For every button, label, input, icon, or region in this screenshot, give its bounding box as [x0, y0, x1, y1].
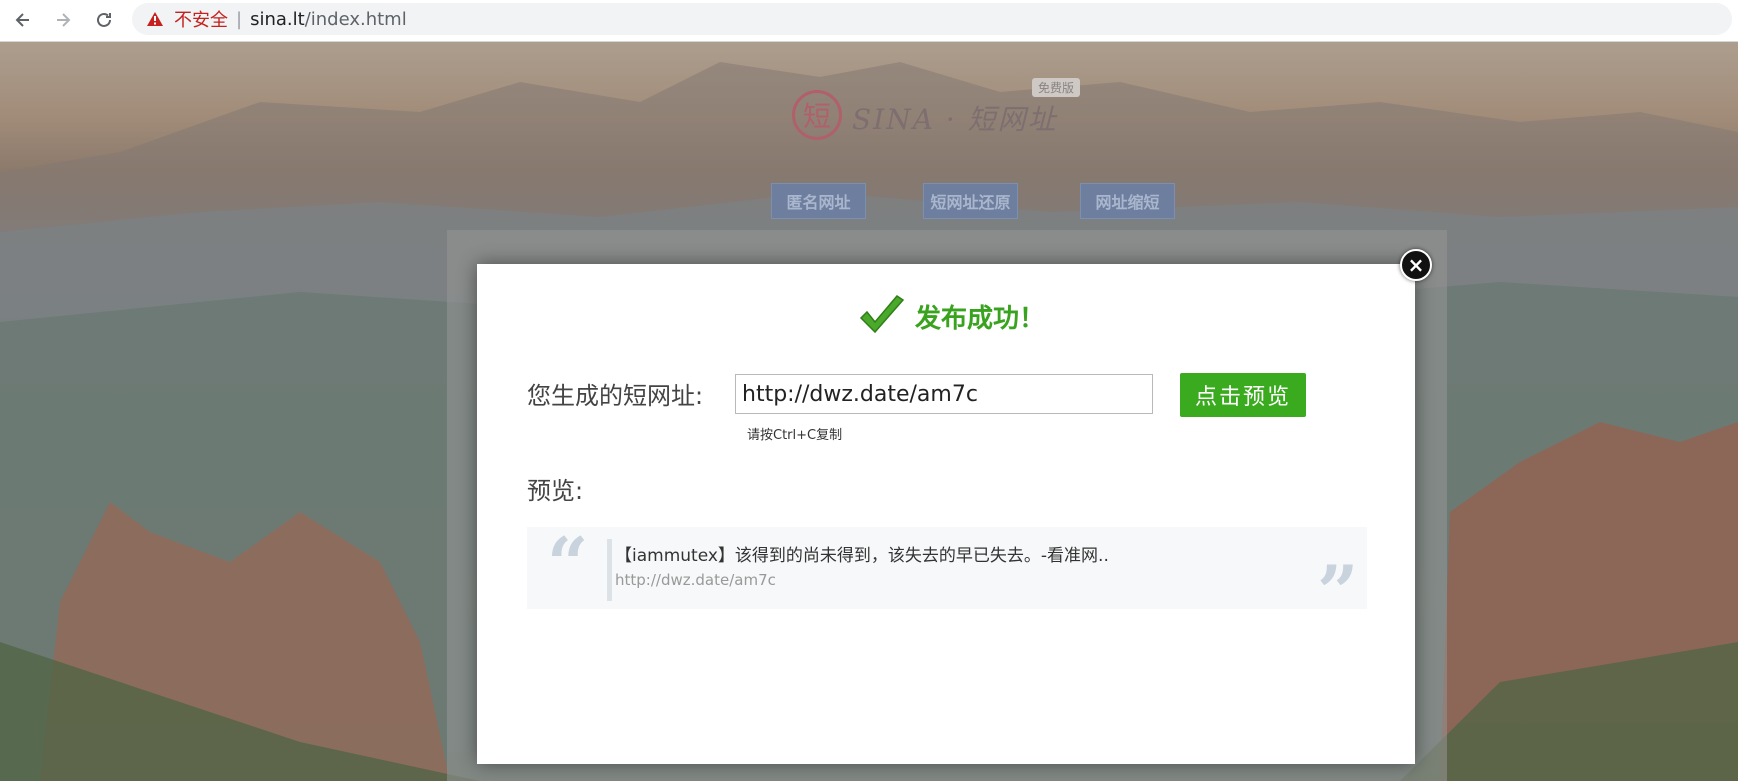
forward-button[interactable]: [48, 6, 78, 34]
url-separator: |: [236, 8, 243, 30]
preview-label: 预览:: [527, 477, 584, 505]
close-icon[interactable]: ×: [1400, 249, 1432, 281]
short-url-field[interactable]: [735, 374, 1153, 414]
site-logo[interactable]: 短 SINA · 短网址 免费版: [792, 42, 1092, 140]
nav-url-shorten[interactable]: 网址缩短: [1080, 183, 1175, 219]
address-bar[interactable]: 不安全 | sina.lt/index.html: [132, 3, 1732, 35]
quote-open-icon: “: [547, 521, 589, 606]
arrow-left-icon: [15, 13, 29, 27]
preview-title[interactable]: 【iammutex】该得到的尚未得到，该失去的早已失去。-看准网..: [615, 541, 1109, 566]
success-title: 发布成功！: [915, 303, 1046, 334]
back-button[interactable]: [8, 6, 38, 34]
arrow-right-icon: [57, 13, 71, 27]
reload-icon: [97, 12, 111, 27]
checkmark-icon: [859, 295, 905, 334]
security-status-label[interactable]: 不安全: [174, 6, 228, 32]
reload-button[interactable]: [89, 6, 119, 34]
free-edition-badge: 免费版: [1032, 78, 1081, 97]
url-path[interactable]: /index.html: [305, 9, 407, 30]
logo-seal-icon: 短: [792, 90, 842, 140]
preview-button[interactable]: 点击预览: [1180, 373, 1306, 417]
logo-text: SINA · 短网址: [852, 103, 1058, 136]
warning-icon[interactable]: [146, 11, 164, 27]
success-dialog: 发布成功！ 您生成的短网址: 点击预览 请按Ctrl+C复制 预览: “ 【ia…: [477, 264, 1415, 764]
browser-toolbar: 不安全 | sina.lt/index.html: [0, 0, 1738, 42]
copy-hint: 请按Ctrl+C复制: [747, 428, 843, 443]
success-header: 发布成功！: [857, 294, 1045, 338]
short-url-label: 您生成的短网址:: [527, 382, 704, 410]
preview-url[interactable]: http://dwz.date/am7c: [615, 571, 776, 589]
preview-card[interactable]: “ 【iammutex】该得到的尚未得到，该失去的早已失去。-看准网.. htt…: [527, 521, 1367, 634]
quote-bar: [607, 539, 612, 601]
quote-close-icon: ”: [1317, 549, 1359, 634]
nav-anonymous-url[interactable]: 匿名网址: [771, 183, 866, 219]
url-host[interactable]: sina.lt: [250, 9, 305, 30]
nav-url-restore[interactable]: 短网址还原: [923, 183, 1018, 219]
